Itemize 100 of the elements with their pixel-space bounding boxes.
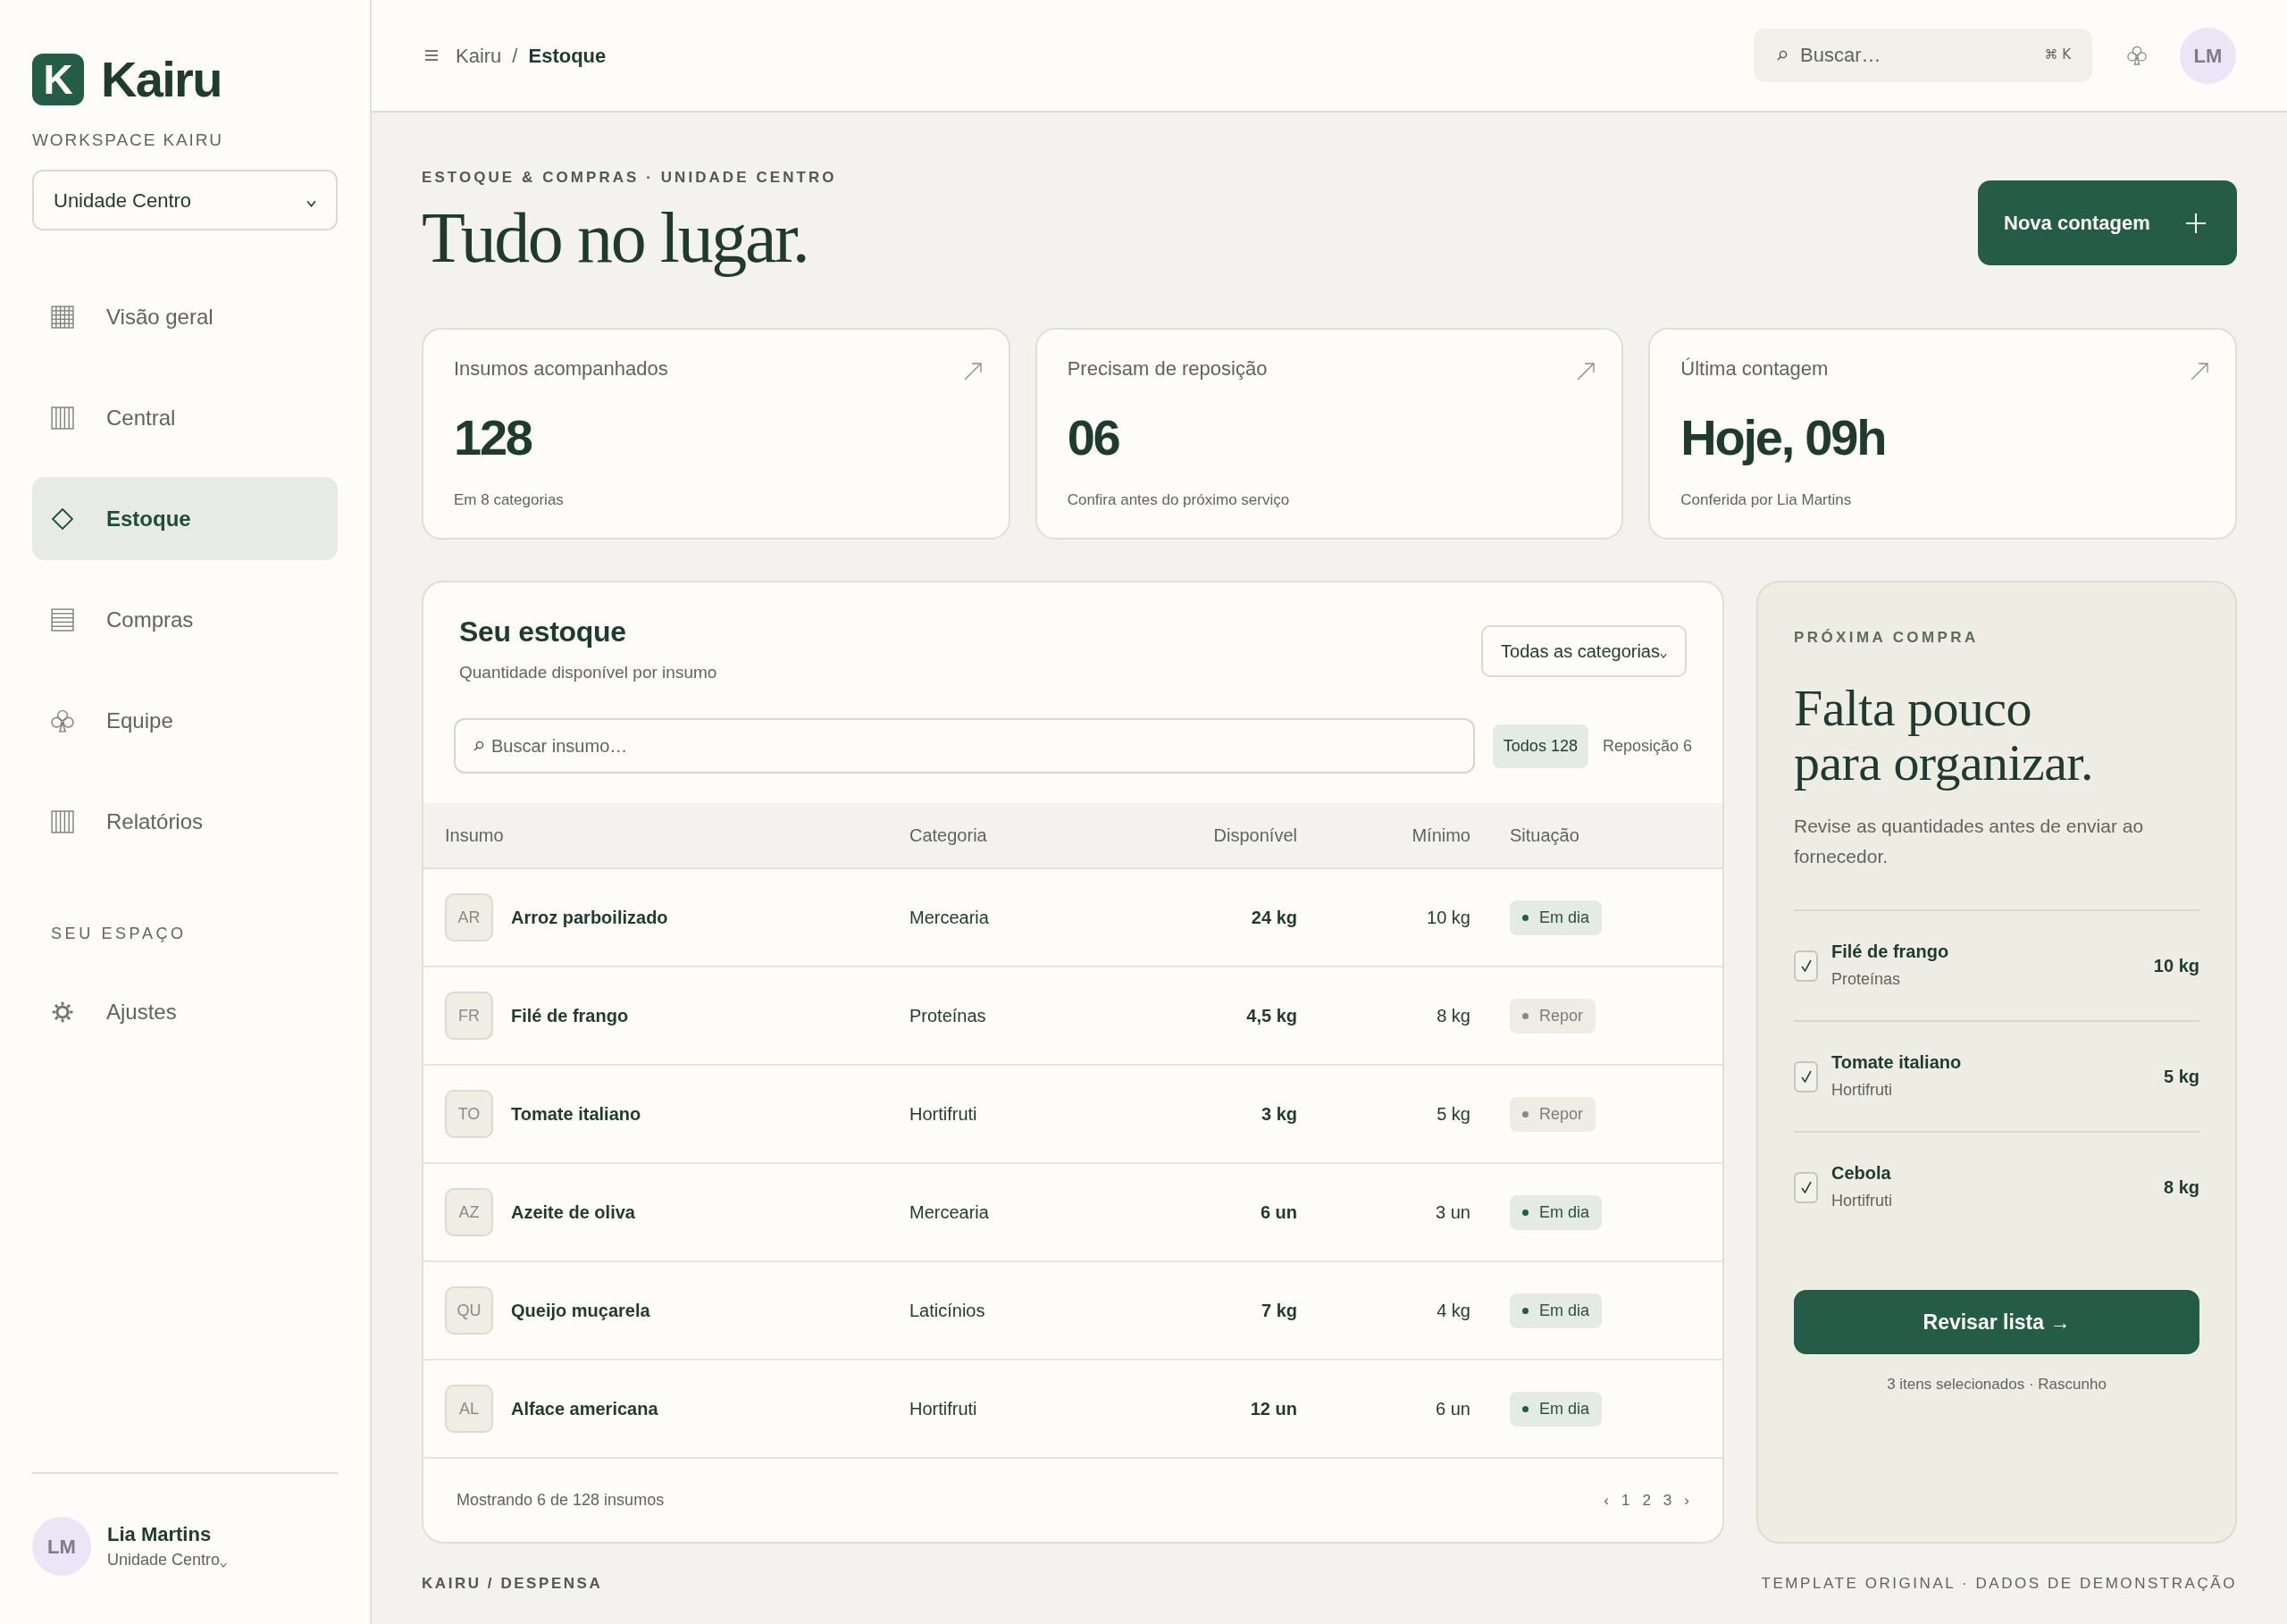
logo-mark: K <box>32 54 84 105</box>
arrow-up-right-icon <box>1577 363 1596 381</box>
stat-value: 128 <box>454 413 532 463</box>
settings-icon <box>51 1000 74 1024</box>
next-page-button[interactable]: › <box>1684 1488 1689 1512</box>
checkbox[interactable] <box>1794 1060 1818 1092</box>
status-label: Em dia <box>1539 1300 1590 1321</box>
checkbox[interactable] <box>1794 1171 1818 1203</box>
new-count-button[interactable]: Nova contagem <box>1978 180 2237 265</box>
checkbox[interactable] <box>1794 950 1818 982</box>
check-icon <box>1800 1070 1812 1083</box>
section-title: Seu estoque <box>459 615 627 649</box>
user-avatar[interactable]: LM <box>32 1517 91 1576</box>
item-name: Filé de frango <box>1831 941 1949 962</box>
stat-note: Conferida por Lia Martins <box>1680 490 1852 510</box>
column-header: Disponível <box>1213 825 1297 845</box>
menu-icon <box>423 49 440 62</box>
diamond-icon <box>52 507 73 530</box>
previous-page-button[interactable]: ‹ <box>1604 1488 1609 1512</box>
review-list-button[interactable]: Revisar lista → <box>1794 1290 2199 1354</box>
minimum-cell: 10 kg <box>1427 908 1470 927</box>
stat-note: Em 8 categorias <box>454 490 564 510</box>
breadcrumb-separator: / <box>512 43 518 69</box>
available-cell: 3 kg <box>1261 1104 1297 1124</box>
available-cell: 4,5 kg <box>1246 1006 1297 1025</box>
arrow-up-right-icon <box>2191 363 2208 381</box>
unit-select[interactable]: Unidade Centro <box>32 170 338 230</box>
minimum-cell: 5 kg <box>1437 1104 1470 1124</box>
nav-item[interactable]: Ajustes <box>32 970 338 1053</box>
available-cell: 24 kg <box>1251 908 1297 927</box>
stat-card[interactable]: Insumos acompanhados 128 Em 8 categorias <box>422 328 1010 540</box>
category-select[interactable]: Todas as categorias <box>1481 625 1687 677</box>
panel-eyebrow: PRÓXIMA COMPRA <box>1794 629 1979 646</box>
stat-card[interactable]: Precisam de reposição 06 Confira antes do próximo serviço <box>1035 328 1624 540</box>
search-field[interactable]: Buscar insumo… <box>454 718 1475 774</box>
nav-item[interactable]: Visão geral <box>32 275 338 358</box>
chevron-down-icon <box>306 200 316 207</box>
nav-item[interactable]: Central <box>32 376 338 459</box>
column-header: Situação <box>1510 825 1579 845</box>
stat-label: Última contagem <box>1680 357 1829 381</box>
panel-title: Falta pouco para organizar. <box>1794 681 2094 790</box>
item-name: Alface americana <box>511 1398 658 1420</box>
user-avatar[interactable]: LM <box>2180 27 2236 84</box>
category-cell: Hortifruti <box>909 1399 977 1419</box>
column-header: Insumo <box>445 825 504 845</box>
page-link[interactable]: 2 <box>1642 1488 1651 1512</box>
item-quantity: 5 kg <box>2163 1066 2199 1088</box>
category-cell: Laticínios <box>909 1301 985 1320</box>
page-eyebrow: ESTOQUE & COMPRAS · UNIDADE CENTRO <box>422 168 837 188</box>
initials-tile: TO <box>445 1090 493 1138</box>
item-name: Arroz parboilizado <box>511 907 668 929</box>
footer-brand: KAIRU / DESPENSA <box>422 1574 603 1595</box>
grid-icon <box>51 305 74 329</box>
search-icon <box>473 741 484 751</box>
page-link[interactable]: 3 <box>1663 1488 1672 1512</box>
section-label: SEU ESPAÇO <box>51 925 187 942</box>
item-category: Hortifruti <box>1831 1080 1892 1101</box>
page-link[interactable]: 1 <box>1621 1488 1630 1512</box>
nav-item[interactable]: Estoque <box>32 477 338 560</box>
minimum-cell: 6 un <box>1436 1399 1470 1419</box>
item-category: Hortifruti <box>1831 1191 1892 1211</box>
menu-button[interactable] <box>423 48 440 63</box>
footer-note: TEMPLATE ORIGINAL · DADOS DE DEMONSTRAÇÃO <box>1761 1574 2237 1595</box>
check-icon <box>1800 959 1812 972</box>
stat-label: Insumos acompanhados <box>454 357 668 381</box>
search-icon <box>1777 50 1788 61</box>
filter-tab[interactable]: Todos 128 <box>1492 724 1588 768</box>
plus-icon <box>2185 212 2207 234</box>
stat-label: Precisam de reposição <box>1067 357 1268 381</box>
nav-item[interactable]: Compras <box>32 578 338 661</box>
chevron-down-icon <box>220 1562 228 1568</box>
item-name: Cebola <box>1831 1162 1891 1184</box>
status-label: Em dia <box>1539 1398 1590 1419</box>
nav-item[interactable]: Relatórios <box>32 780 338 863</box>
category-cell: Mercearia <box>909 908 989 927</box>
status-label: Em dia <box>1539 907 1590 928</box>
available-cell: 7 kg <box>1261 1301 1297 1320</box>
initials-tile: FR <box>445 992 493 1040</box>
filter-tab[interactable]: Reposição 6 <box>1591 724 1703 768</box>
available-cell: 12 un <box>1250 1399 1297 1419</box>
item-category: Proteínas <box>1831 969 1901 990</box>
shortcut-hint: ⌘ K <box>2044 46 2071 63</box>
brand-name: Kairu <box>101 54 222 105</box>
stat-card[interactable]: Última contagem Hoje, 09h Conferida por Lia Martins <box>1648 328 2237 540</box>
section-subtitle: Quantidade disponível por insumo <box>459 662 717 683</box>
club-icon <box>51 708 74 732</box>
item-quantity: 10 kg <box>2153 955 2199 977</box>
notifications-button[interactable] <box>2126 45 2148 66</box>
initials-tile: AL <box>445 1385 493 1433</box>
nav-item[interactable]: Equipe <box>32 679 338 762</box>
stat-note: Confira antes do próximo serviço <box>1067 490 1290 510</box>
breadcrumb-current: Estoque <box>528 43 607 69</box>
breadcrumb-link[interactable]: Kairu <box>456 40 502 71</box>
workspace-label: WORKSPACE KAIRU <box>32 130 223 149</box>
column-header: Mínimo <box>1412 825 1470 845</box>
initials-tile: AR <box>445 893 493 942</box>
item-name: Tomate italiano <box>511 1103 641 1126</box>
chevron-down-icon <box>1660 653 1667 658</box>
panel-caption: 3 itens selecionados · Rascunho <box>1887 1376 2107 1393</box>
item-name: Azeite de oliva <box>511 1201 635 1224</box>
